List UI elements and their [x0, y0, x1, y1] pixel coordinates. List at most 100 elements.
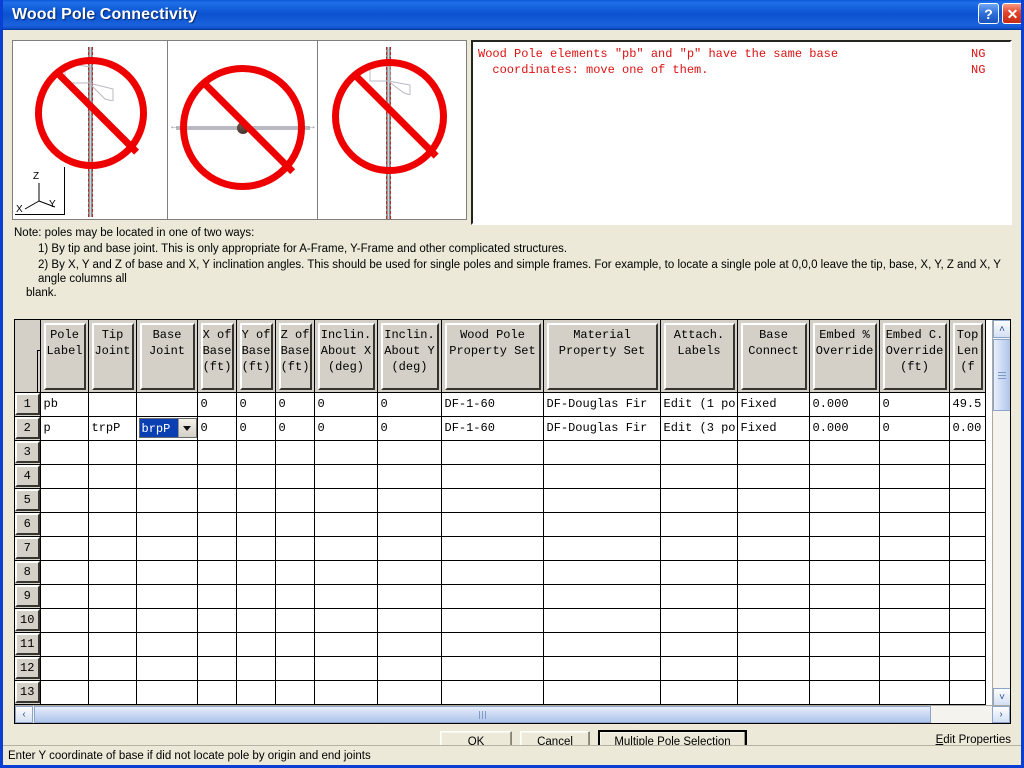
cell-z_of_base[interactable] [275, 560, 315, 585]
cell-x_of_base[interactable] [197, 512, 237, 537]
cell-material_prop[interactable] [543, 584, 661, 609]
cell-base_connect[interactable] [737, 632, 810, 657]
cell-x_of_base[interactable] [197, 632, 237, 657]
cell-embed_pct[interactable] [809, 464, 880, 489]
cell-top_len[interactable] [949, 536, 986, 561]
cell-y_of_base[interactable] [236, 488, 276, 513]
cell-y_of_base[interactable]: 0 [236, 392, 276, 417]
cell-tip_joint[interactable] [88, 632, 137, 657]
cell-base_joint[interactable] [136, 608, 198, 633]
cell-pole_label[interactable] [40, 488, 89, 513]
cell-z_of_base[interactable] [275, 632, 315, 657]
cell-attach_labels[interactable] [660, 632, 738, 657]
column-header-wood_pole_prop[interactable]: Wood Pole Property Set [441, 320, 544, 393]
cell-x_of_base[interactable] [197, 488, 237, 513]
column-header-material_prop[interactable]: Material Property Set [543, 320, 661, 393]
cell-base_connect[interactable] [737, 512, 810, 537]
cell-material_prop[interactable] [543, 560, 661, 585]
cell-attach_labels[interactable] [660, 560, 738, 585]
cell-material_prop[interactable] [543, 608, 661, 633]
cell-base_connect[interactable]: Fixed [737, 392, 810, 417]
cell-embed_pct[interactable] [809, 608, 880, 633]
cell-x_of_base[interactable] [197, 608, 237, 633]
column-header-x_of_base[interactable]: X of Base (ft) [197, 320, 237, 393]
cell-x_of_base[interactable] [197, 536, 237, 561]
cell-base_connect[interactable] [737, 656, 810, 681]
cell-x_of_base[interactable] [197, 680, 237, 705]
cell-tip_joint[interactable]: trpP [88, 416, 137, 441]
cell-material_prop[interactable] [543, 536, 661, 561]
column-header-top_len[interactable]: Top Len (f [949, 320, 986, 393]
cell-base_joint[interactable] [136, 632, 198, 657]
cell-pole_label[interactable] [40, 656, 89, 681]
cell-top_len[interactable] [949, 608, 986, 633]
cell-z_of_base[interactable] [275, 608, 315, 633]
cell-tip_joint[interactable] [88, 488, 137, 513]
cell-base_joint[interactable] [136, 392, 198, 417]
table-row[interactable]: 6 [15, 512, 986, 537]
cell-base_connect[interactable] [737, 680, 810, 705]
table-row[interactable]: 3 [15, 440, 986, 465]
cell-material_prop[interactable]: DF-Douglas Fir [543, 392, 661, 417]
cell-embed_pct[interactable] [809, 632, 880, 657]
cell-incl_x[interactable] [314, 608, 378, 633]
cell-attach_labels[interactable]: Edit (3 po [660, 416, 738, 441]
cell-incl_x[interactable] [314, 680, 378, 705]
cell-x_of_base[interactable] [197, 560, 237, 585]
cell-y_of_base[interactable] [236, 512, 276, 537]
cell-top_len[interactable] [949, 440, 986, 465]
scroll-left-icon[interactable]: ‹ [15, 706, 33, 723]
table-row[interactable]: 4 [15, 464, 986, 489]
cell-pole_label[interactable] [40, 512, 89, 537]
cell-incl_x[interactable] [314, 560, 378, 585]
cell-attach_labels[interactable]: Edit (1 po [660, 392, 738, 417]
cell-y_of_base[interactable] [236, 680, 276, 705]
row-number-header[interactable]: 3 [15, 440, 41, 465]
row-number-header[interactable]: 7 [15, 536, 41, 561]
table-row[interactable]: 11 [15, 632, 986, 657]
cell-material_prop[interactable] [543, 440, 661, 465]
cell-z_of_base[interactable] [275, 512, 315, 537]
cell-embed_c[interactable]: 0 [879, 416, 950, 441]
row-number-header[interactable]: 12 [15, 656, 41, 681]
cell-embed_c[interactable] [879, 512, 950, 537]
cell-wood_pole_prop[interactable] [441, 608, 544, 633]
cell-pole_label[interactable] [40, 680, 89, 705]
cell-material_prop[interactable] [543, 512, 661, 537]
cell-base_joint[interactable] [136, 512, 198, 537]
row-number-header[interactable]: 11 [15, 632, 41, 657]
cell-embed_c[interactable] [879, 560, 950, 585]
cell-incl_y[interactable] [377, 632, 442, 657]
cell-embed_pct[interactable] [809, 560, 880, 585]
cell-embed_c[interactable] [879, 488, 950, 513]
cell-top_len[interactable] [949, 656, 986, 681]
table-row[interactable]: 12 [15, 656, 986, 681]
cell-tip_joint[interactable] [88, 608, 137, 633]
cell-wood_pole_prop[interactable] [441, 656, 544, 681]
cell-wood_pole_prop[interactable] [441, 488, 544, 513]
cell-base_connect[interactable] [737, 440, 810, 465]
cell-wood_pole_prop[interactable] [441, 440, 544, 465]
cell-top_len[interactable] [949, 560, 986, 585]
cell-top_len[interactable] [949, 632, 986, 657]
cell-incl_y[interactable] [377, 560, 442, 585]
cell-embed_c[interactable] [879, 656, 950, 681]
cell-embed_pct[interactable] [809, 656, 880, 681]
cell-editor-value[interactable]: brpP [139, 419, 178, 437]
table-row[interactable]: 13 [15, 680, 986, 705]
cell-incl_y[interactable] [377, 536, 442, 561]
cell-base_connect[interactable] [737, 536, 810, 561]
cell-pole_label[interactable] [40, 584, 89, 609]
cell-base_connect[interactable] [737, 464, 810, 489]
cell-wood_pole_prop[interactable] [441, 512, 544, 537]
cell-base_joint[interactable] [136, 680, 198, 705]
table-row[interactable]: 8 [15, 560, 986, 585]
cell-incl_x[interactable]: 0 [314, 416, 378, 441]
cell-incl_y[interactable] [377, 464, 442, 489]
cell-base_joint[interactable] [136, 464, 198, 489]
cell-z_of_base[interactable] [275, 656, 315, 681]
column-header-embed_pct[interactable]: Embed % Override [809, 320, 880, 393]
cell-base_joint[interactable] [136, 560, 198, 585]
cell-tip_joint[interactable] [88, 584, 137, 609]
cell-base_joint[interactable] [136, 584, 198, 609]
